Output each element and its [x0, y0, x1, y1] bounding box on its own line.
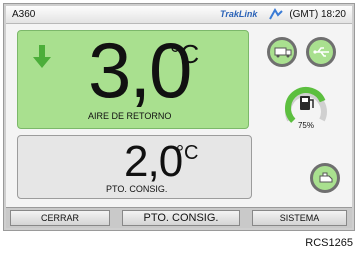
- return-air-unit: °C: [170, 39, 200, 69]
- setpoint-panel[interactable]: 2,0 °C PTO. CONSIG.: [17, 135, 252, 199]
- engine-button[interactable]: [310, 163, 340, 193]
- truck-icon: [274, 47, 292, 58]
- return-air-label: AIRE DE RETORNO: [88, 111, 172, 121]
- usb-button[interactable]: [306, 37, 336, 67]
- fuel-pump-icon: [300, 96, 314, 110]
- setpoint-button[interactable]: PTO. CONSIG.: [122, 210, 240, 226]
- status-bar: A360 TrakLink (GMT) 18:20: [6, 6, 352, 24]
- setpoint-temperature: 2,0: [124, 137, 183, 186]
- setpoint-unit: °C: [176, 142, 199, 164]
- figure-code: RCS1265: [305, 237, 353, 249]
- softkey-bar: CERRAR PTO. CONSIG. SISTEMA: [6, 207, 352, 228]
- unit-id: A360: [12, 9, 36, 20]
- trip-button[interactable]: [267, 37, 297, 67]
- close-button[interactable]: CERRAR: [10, 210, 110, 226]
- return-air-panel[interactable]: 3,0 °C AIRE DE RETORNO: [17, 30, 249, 129]
- engine-icon: [319, 172, 333, 183]
- brand-logo: TrakLink: [220, 9, 258, 19]
- setpoint-label: PTO. CONSIG.: [106, 184, 168, 194]
- system-button[interactable]: SISTEMA: [252, 210, 347, 226]
- clock: (GMT) 18:20: [289, 9, 346, 20]
- usb-icon: [313, 47, 329, 57]
- arrow-down-icon: [33, 45, 51, 68]
- fuel-percent: 75%: [297, 121, 314, 130]
- signal-icon: [269, 8, 283, 20]
